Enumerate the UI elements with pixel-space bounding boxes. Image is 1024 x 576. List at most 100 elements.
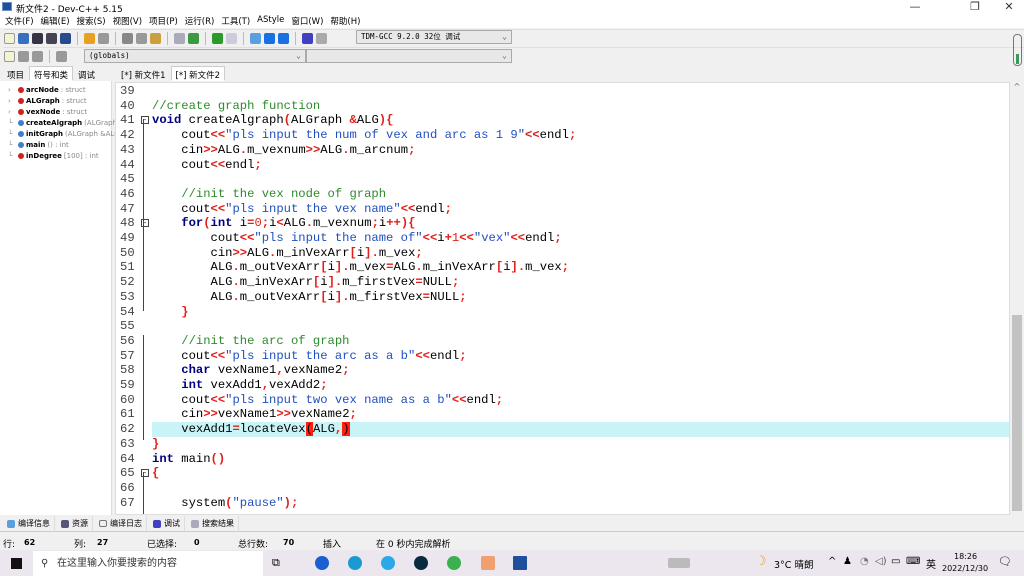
tab-symbols[interactable]: 符号和类 bbox=[29, 66, 74, 81]
display-icon[interactable]: ▭ bbox=[891, 556, 900, 567]
expand-chevron-icon[interactable]: › bbox=[8, 108, 16, 116]
browser-icon[interactable] bbox=[381, 556, 395, 570]
code-line[interactable]: int vexAdd1,vexAdd2; bbox=[152, 378, 1009, 393]
menu-help[interactable]: 帮助(H) bbox=[329, 14, 366, 28]
windows-start-icon[interactable] bbox=[11, 558, 22, 569]
tab-file2[interactable]: [*] 新文件2 bbox=[170, 66, 225, 81]
code-line[interactable]: cin>>ALG.m_vexnum>>ALG.m_arcnum; bbox=[152, 143, 1009, 158]
goto-decl-icon[interactable] bbox=[56, 50, 67, 62]
taskbar-search[interactable]: ⚲ 在这里输入你要搜索的内容 bbox=[33, 551, 263, 576]
comment-icon[interactable] bbox=[212, 32, 223, 44]
goto-icon[interactable] bbox=[188, 32, 199, 44]
menu-run[interactable]: 运行(R) bbox=[184, 14, 221, 28]
run-icon[interactable] bbox=[264, 32, 275, 44]
method-icon[interactable] bbox=[32, 50, 43, 62]
menu-window[interactable]: 窗口(W) bbox=[290, 14, 329, 28]
clock-date[interactable]: 2022/12/30 bbox=[942, 564, 988, 573]
wifi-icon[interactable]: ◔ bbox=[860, 556, 869, 567]
code-line[interactable]: //init the vex node of graph bbox=[152, 187, 1009, 202]
new-class-icon[interactable] bbox=[4, 50, 15, 62]
code-editor[interactable]: 39 40 41-42 43 44 45 46 47 48-49 50 51 52 53 54 55 56 57… bbox=[115, 82, 1010, 515]
symbol-item[interactable]: › ALGraph: struct bbox=[8, 95, 87, 106]
devcpp-taskbar-icon[interactable] bbox=[513, 556, 527, 570]
open-icon[interactable] bbox=[18, 32, 29, 44]
maximize-button[interactable]: ❐ bbox=[960, 0, 990, 14]
wechat-icon[interactable] bbox=[447, 556, 461, 570]
undo-icon[interactable] bbox=[84, 32, 95, 44]
tab-resources[interactable]: 资源 bbox=[57, 516, 93, 531]
minimize-button[interactable]: — bbox=[900, 0, 930, 14]
menu-project[interactable]: 项目(P) bbox=[148, 14, 184, 28]
close-file-icon[interactable] bbox=[60, 32, 71, 44]
code-line[interactable]: for(int i=0;i<ALG.m_vexnum;i++){ bbox=[152, 216, 1009, 231]
menu-file[interactable]: 文件(F) bbox=[4, 14, 40, 28]
ime-indicator[interactable]: 英 bbox=[926, 556, 936, 571]
stop-icon[interactable] bbox=[316, 32, 327, 44]
menu-tools[interactable]: 工具(T) bbox=[220, 14, 256, 28]
code-line[interactable]: cout<<"pls input the name of"<<i+1<<"vex… bbox=[152, 231, 1009, 246]
code-line[interactable]: cout<<endl; bbox=[152, 158, 1009, 173]
code-line[interactable]: void createAlgraph(ALGraph &ALG){ bbox=[152, 113, 1009, 128]
tray-expand-icon[interactable]: ^ bbox=[828, 556, 836, 567]
compile-icon[interactable] bbox=[250, 32, 261, 44]
new-file-icon[interactable] bbox=[4, 32, 15, 44]
code-line[interactable] bbox=[152, 319, 1009, 334]
code-line[interactable]: ALG.m_outVexArr[i].m_vex=ALG.m_inVexArr[… bbox=[152, 260, 1009, 275]
code-line[interactable]: cin>>ALG.m_inVexArr[i].m_vex; bbox=[152, 246, 1009, 261]
code-line[interactable]: vexAdd1=locateVex(ALG,) bbox=[152, 422, 1009, 437]
task-view-icon[interactable]: ⧉ bbox=[272, 556, 280, 570]
code-line[interactable]: //create graph function bbox=[152, 99, 1009, 114]
tab-compile-log[interactable]: 编译日志 bbox=[95, 516, 147, 531]
copy-icon[interactable] bbox=[136, 32, 147, 44]
menu-astyle[interactable]: AStyle bbox=[256, 14, 290, 28]
find-icon[interactable] bbox=[174, 32, 185, 44]
paste-icon[interactable] bbox=[150, 32, 161, 44]
menu-search[interactable]: 搜索(S) bbox=[76, 14, 112, 28]
tab-project[interactable]: 项目 bbox=[2, 66, 29, 81]
app-icon-orange[interactable] bbox=[481, 556, 495, 570]
code-line[interactable]: } bbox=[152, 437, 1009, 452]
redo-icon[interactable] bbox=[98, 32, 109, 44]
compile-run-icon[interactable] bbox=[278, 32, 289, 44]
tab-search-results[interactable]: 搜索结果 bbox=[187, 516, 239, 531]
code-line[interactable]: cout<<"pls input the arc as a b"<<endl; bbox=[152, 349, 1009, 364]
format-icon[interactable] bbox=[226, 32, 237, 44]
code-line[interactable]: char vexName1,vexName2; bbox=[152, 363, 1009, 378]
code-line[interactable]: ALG.m_outVexArr[i].m_firstVex=NULL; bbox=[152, 290, 1009, 305]
scrollbar-thumb[interactable] bbox=[1012, 315, 1022, 511]
symbol-item[interactable]: └ initGraph (ALGraph &ALG bbox=[8, 128, 120, 139]
tab-compiler-output[interactable]: 编译信息 bbox=[3, 516, 55, 531]
save-icon[interactable] bbox=[32, 32, 43, 44]
code-line[interactable] bbox=[152, 172, 1009, 187]
code-line[interactable]: cout<<"pls input the num of vex and arc … bbox=[152, 128, 1009, 143]
code-line[interactable] bbox=[152, 84, 1009, 99]
clock-time[interactable]: 18:26 bbox=[954, 552, 977, 561]
code-line[interactable]: cin>>vexName1>>vexName2; bbox=[152, 407, 1009, 422]
symbol-item[interactable]: └ createAlgraph (ALGraph bbox=[8, 117, 117, 128]
lenovo-icon[interactable] bbox=[315, 556, 329, 570]
expand-chevron-icon[interactable]: › bbox=[8, 97, 16, 105]
member-icon[interactable] bbox=[18, 50, 29, 62]
menu-view[interactable]: 视图(V) bbox=[112, 14, 148, 28]
qq-icon[interactable]: ♟ bbox=[843, 556, 852, 567]
symbol-item[interactable]: › arcNode: struct bbox=[8, 84, 86, 95]
compiler-select[interactable]: TDM-GCC 9.2.0 32位 调试 ⌄ bbox=[356, 30, 512, 44]
code-line[interactable]: cout<<"pls input the vex name"<<endl; bbox=[152, 202, 1009, 217]
keyboard-icon[interactable]: ⌨ bbox=[906, 556, 920, 567]
symbol-item[interactable]: └ inDegree [100] : int bbox=[8, 150, 99, 161]
volume-icon[interactable]: ◁) bbox=[875, 556, 887, 567]
scroll-up-icon[interactable]: ^ bbox=[1010, 82, 1024, 91]
expand-chevron-icon[interactable]: › bbox=[8, 86, 16, 94]
cut-icon[interactable] bbox=[122, 32, 133, 44]
edge-icon[interactable] bbox=[348, 556, 362, 570]
weather-text[interactable]: 3°C 晴朗 bbox=[774, 557, 813, 571]
notification-icon[interactable]: 🗨 bbox=[998, 555, 1012, 568]
code-line[interactable]: //init the arc of graph bbox=[152, 334, 1009, 349]
tab-file1[interactable]: [*] 新文件1 bbox=[116, 66, 171, 81]
code-line[interactable]: } bbox=[152, 305, 1009, 320]
menu-edit[interactable]: 编辑(E) bbox=[40, 14, 76, 28]
code-line[interactable]: cout<<"pls input two vex name as a b"<<e… bbox=[152, 393, 1009, 408]
code-line[interactable] bbox=[152, 481, 1009, 496]
code-line[interactable]: { bbox=[152, 466, 1009, 481]
scope-select[interactable]: (globals) ⌄ bbox=[84, 49, 306, 63]
